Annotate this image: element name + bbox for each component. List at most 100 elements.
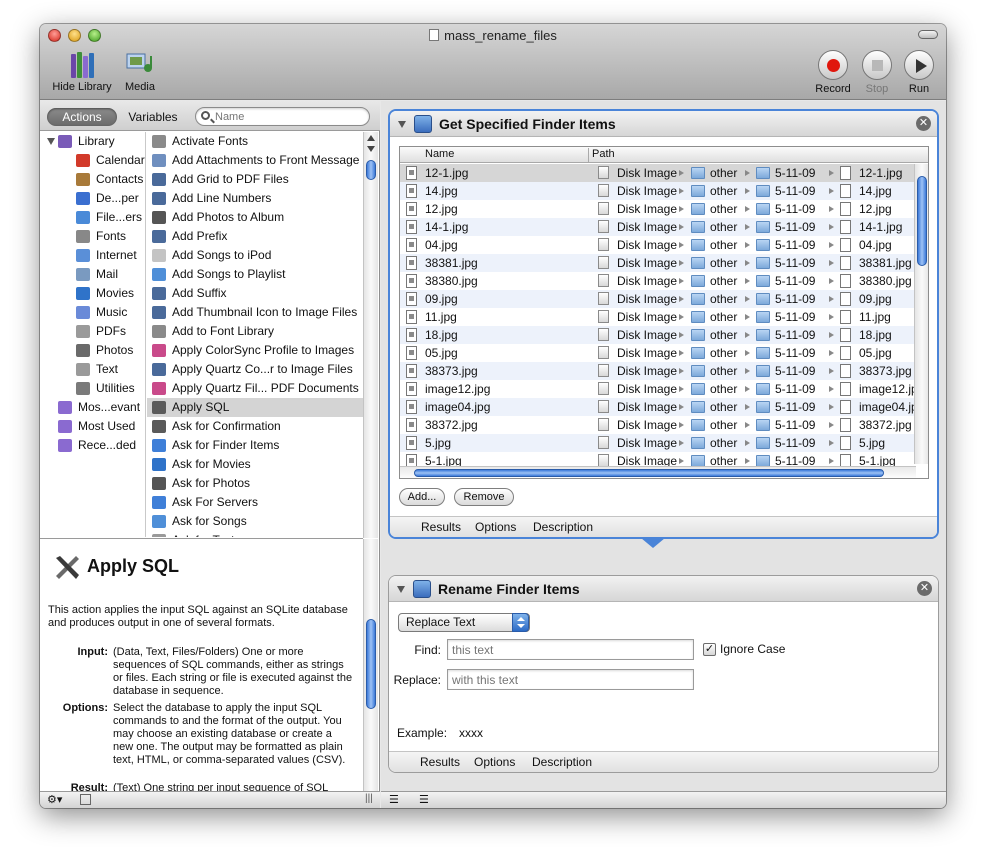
tab-options[interactable]: Options	[474, 755, 515, 769]
table-hscroll-thumb[interactable]	[414, 469, 884, 477]
library-item[interactable]: Library	[40, 132, 145, 151]
table-row[interactable]: 5.jpg Disk Image other 5-11-09 5.jpg	[400, 434, 916, 452]
action-list-item[interactable]: Apply SQL	[147, 398, 363, 417]
table-row[interactable]: 12.jpg Disk Image other 5-11-09 12.jpg	[400, 200, 916, 218]
scroll-up-arrow-icon[interactable]	[367, 135, 375, 141]
table-row[interactable]: 05.jpg Disk Image other 5-11-09 05.jpg	[400, 344, 916, 362]
action-list-item[interactable]: Add Prefix	[147, 227, 363, 246]
library-item[interactable]: Fonts	[40, 227, 145, 246]
library-item[interactable]: Most Used	[40, 417, 145, 436]
find-field[interactable]	[447, 639, 694, 660]
finder-items-table[interactable]: Name Path 12-1.jpg Disk Image other 5-11-09…	[399, 146, 929, 479]
table-row[interactable]: 14-1.jpg Disk Image other 5-11-09 14-1.jpg	[400, 218, 916, 236]
description-scroll-thumb[interactable]	[366, 619, 376, 709]
library-item[interactable]: Rece...ded	[40, 436, 145, 455]
stop-button[interactable]: Stop	[857, 50, 897, 95]
ignore-case-checkbox[interactable]: ✓	[703, 643, 716, 656]
remove-button[interactable]: Remove	[454, 488, 514, 506]
tab-actions[interactable]: Actions	[47, 108, 117, 126]
tab-variables[interactable]: Variables	[122, 108, 184, 126]
library-item[interactable]: Photos	[40, 341, 145, 360]
action-list-item[interactable]: Apply Quartz Co...r to Image Files	[147, 360, 363, 379]
action-list-item[interactable]: Ask for Movies	[147, 455, 363, 474]
add-button[interactable]: Add...	[399, 488, 445, 506]
gear-icon[interactable]: ⚙▾	[47, 793, 62, 806]
tab-options[interactable]: Options	[475, 520, 516, 534]
action-list-item[interactable]: Add Songs to Playlist	[147, 265, 363, 284]
tab-description[interactable]: Description	[532, 755, 592, 769]
collapse-triangle-icon[interactable]	[397, 586, 405, 593]
action-list-item[interactable]: Add Grid to PDF Files	[147, 170, 363, 189]
search-input[interactable]	[215, 109, 365, 124]
tab-results[interactable]: Results	[420, 755, 460, 769]
library-item[interactable]: File...ers	[40, 208, 145, 227]
action-list-item[interactable]: Add Line Numbers	[147, 189, 363, 208]
library-item[interactable]: Calendar	[40, 151, 145, 170]
table-row[interactable]: 09.jpg Disk Image other 5-11-09 09.jpg	[400, 290, 916, 308]
table-row[interactable]: 11.jpg Disk Image other 5-11-09 11.jpg	[400, 308, 916, 326]
action-list-item[interactable]: Activate Fonts	[147, 132, 363, 151]
tab-description[interactable]: Description	[533, 520, 593, 534]
scroll-down-arrow-icon[interactable]	[367, 146, 375, 152]
actions-scrollbar[interactable]	[363, 132, 378, 538]
action-list-item[interactable]: Apply ColorSync Profile to Images	[147, 341, 363, 360]
table-row[interactable]: 38372.jpg Disk Image other 5-11-09 38372.jpg	[400, 416, 916, 434]
table-row[interactable]: 38381.jpg Disk Image other 5-11-09 38381.jpg	[400, 254, 916, 272]
table-hscrollbar[interactable]	[400, 466, 916, 478]
action-list-item[interactable]: Ask for Finder Items	[147, 436, 363, 455]
library-item[interactable]: Text	[40, 360, 145, 379]
library-item[interactable]: PDFs	[40, 322, 145, 341]
action-list-item[interactable]: Add to Font Library	[147, 322, 363, 341]
remove-action-close-icon[interactable]: ✕	[917, 581, 932, 596]
replace-field[interactable]	[447, 669, 694, 690]
action-list-item[interactable]: Ask for Photos	[147, 474, 363, 493]
remove-action-close-icon[interactable]: ✕	[916, 116, 931, 131]
log-view-icon[interactable]: ☰	[419, 793, 429, 806]
record-button[interactable]: Record	[812, 50, 854, 95]
library-item[interactable]: Internet	[40, 246, 145, 265]
list-view-icon[interactable]: ☰	[389, 793, 399, 806]
table-row[interactable]: 04.jpg Disk Image other 5-11-09 04.jpg	[400, 236, 916, 254]
search-field[interactable]	[195, 107, 370, 126]
table-row[interactable]: 14.jpg Disk Image other 5-11-09 14.jpg	[400, 182, 916, 200]
action-get-specified-finder-items[interactable]: Get Specified Finder Items ✕ Name Path 1…	[388, 109, 939, 539]
column-name-header[interactable]: Name	[425, 148, 454, 160]
library-item[interactable]: Contacts	[40, 170, 145, 189]
media-button[interactable]: Media	[120, 50, 160, 93]
disclosure-triangle-icon[interactable]	[47, 138, 55, 145]
splitter-grip-icon[interactable]: |||	[365, 793, 373, 804]
description-scrollbar[interactable]	[363, 539, 378, 791]
table-row[interactable]: image12.jpg Disk Image other 5-11-09 image12…	[400, 380, 916, 398]
action-list-item[interactable]: Ask for Text	[147, 531, 363, 537]
action-list-item[interactable]: Add Suffix	[147, 284, 363, 303]
table-row[interactable]: image04.jpg Disk Image other 5-11-09 image04…	[400, 398, 916, 416]
action-list-item[interactable]: Add Thumbnail Icon to Image Files	[147, 303, 363, 322]
table-row[interactable]: 18.jpg Disk Image other 5-11-09 18.jpg	[400, 326, 916, 344]
table-vscroll-thumb[interactable]	[917, 176, 927, 266]
action-list-item[interactable]: Add Songs to iPod	[147, 246, 363, 265]
table-row[interactable]: 38373.jpg Disk Image other 5-11-09 38373.jpg	[400, 362, 916, 380]
action-list-item[interactable]: Ask for Songs	[147, 512, 363, 531]
library-item[interactable]: Movies	[40, 284, 145, 303]
collapse-triangle-icon[interactable]	[398, 121, 406, 128]
table-vscrollbar[interactable]	[914, 164, 928, 464]
action-list-item[interactable]: Ask for Confirmation	[147, 417, 363, 436]
action-list-item[interactable]: Add Attachments to Front Message	[147, 151, 363, 170]
table-row[interactable]: 12-1.jpg Disk Image other 5-11-09 12-1.jpg	[400, 164, 916, 182]
actions-scroll-thumb[interactable]	[366, 160, 376, 180]
action-rename-finder-items[interactable]: Rename Finder Items ✕ Replace Text Find:…	[388, 575, 939, 773]
library-item[interactable]: De...per	[40, 189, 145, 208]
library-item[interactable]: Utilities	[40, 379, 145, 398]
show-description-icon[interactable]	[80, 794, 91, 805]
rename-mode-select[interactable]: Replace Text	[398, 613, 530, 632]
tab-results[interactable]: Results	[421, 520, 461, 534]
toolbar-toggle-button[interactable]	[918, 30, 938, 39]
library-item[interactable]: Mail	[40, 265, 145, 284]
run-button[interactable]: Run	[899, 50, 939, 95]
action-list-item[interactable]: Apply Quartz Fil... PDF Documents	[147, 379, 363, 398]
action-list-item[interactable]: Ask For Servers	[147, 493, 363, 512]
hide-library-button[interactable]: Hide Library	[46, 50, 118, 93]
action-list-item[interactable]: Add Photos to Album	[147, 208, 363, 227]
library-item[interactable]: Mos...evant	[40, 398, 145, 417]
column-path-header[interactable]: Path	[592, 148, 615, 160]
